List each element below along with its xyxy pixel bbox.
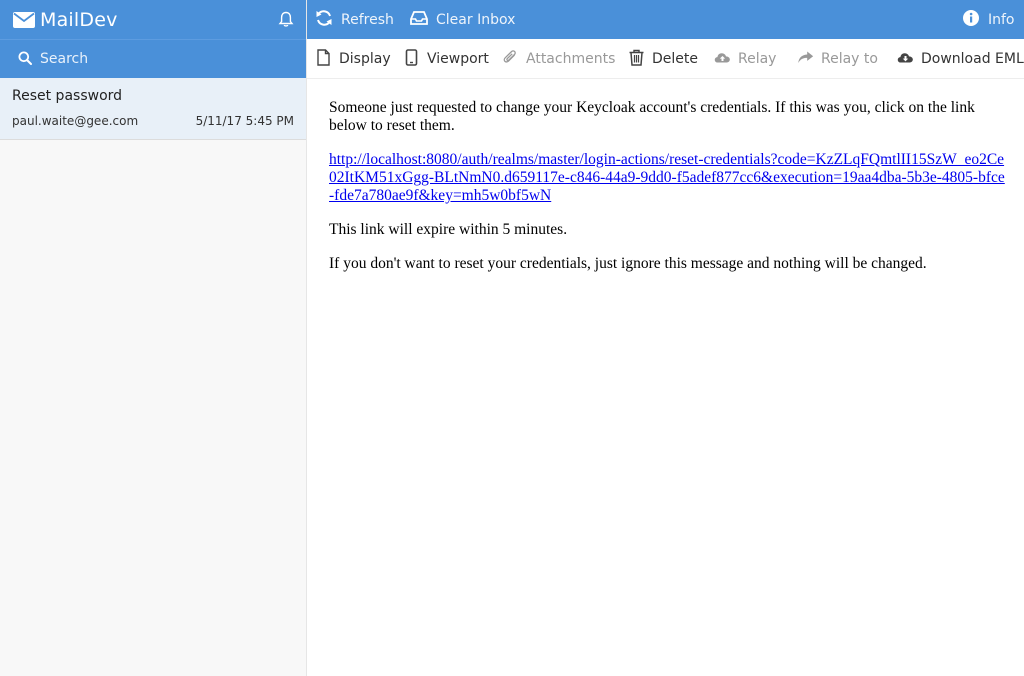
cloud-upload-icon (714, 49, 738, 70)
search-input[interactable] (40, 51, 280, 67)
delete-button[interactable]: Delete (628, 39, 698, 79)
brand-bar: MailDev (0, 0, 306, 39)
clear-inbox-label: Clear Inbox (436, 11, 516, 28)
share-arrow-icon (797, 49, 821, 70)
reset-link[interactable]: http://localhost:8080/auth/realms/master… (329, 151, 1005, 204)
relay-to-button[interactable]: Relay to (797, 39, 878, 79)
refresh-label: Refresh (341, 11, 394, 28)
search-icon (18, 50, 40, 69)
message-body: Someone just requested to change your Ke… (329, 99, 1009, 289)
file-icon (315, 48, 339, 70)
search-bar (0, 39, 306, 78)
sidebar: MailDev Reset password paul.waite@gee.co… (0, 0, 307, 676)
top-bar: Refresh Clear Inbox Info (307, 0, 1024, 39)
trash-icon (628, 49, 652, 70)
download-eml-label: Download EML (921, 51, 1024, 67)
info-icon (962, 9, 988, 31)
message-ignore: If you don't want to reset your credenti… (329, 255, 927, 272)
message-expire: This link will expire within 5 minutes. (329, 221, 568, 238)
refresh-button[interactable]: Refresh (315, 0, 394, 39)
relay-label: Relay (738, 51, 777, 67)
refresh-icon (315, 9, 341, 31)
message-toolbar: Display Viewport Attachments Delete Rela… (307, 39, 1024, 79)
clear-inbox-button[interactable]: Clear Inbox (410, 0, 515, 39)
attachments-button[interactable]: Attachments (502, 39, 615, 79)
email-list-item[interactable]: Reset password paul.waite@gee.com 5/11/1… (0, 78, 306, 140)
bell-icon[interactable] (278, 11, 294, 28)
info-label: Info (988, 11, 1015, 28)
paperclip-icon (502, 49, 526, 70)
email-subject: Reset password (12, 88, 123, 104)
display-label: Display (339, 51, 391, 67)
message-intro: Someone just requested to change your Ke… (329, 99, 975, 134)
envelope-icon (13, 11, 35, 28)
viewport-label: Viewport (427, 51, 489, 67)
display-button[interactable]: Display (315, 39, 391, 79)
download-eml-button[interactable]: Download EML (897, 39, 1024, 79)
cloud-download-icon (897, 49, 921, 70)
mobile-icon (403, 48, 427, 70)
email-from: paul.waite@gee.com (12, 114, 139, 128)
viewport-button[interactable]: Viewport (403, 39, 489, 79)
maildev-app: MailDev Reset password paul.waite@gee.co… (0, 0, 1024, 676)
email-date: 5/11/17 5:45 PM (195, 114, 294, 128)
delete-label: Delete (652, 51, 698, 67)
info-button[interactable]: Info (962, 0, 1015, 39)
relay-button[interactable]: Relay (714, 39, 776, 79)
inbox-icon (410, 9, 436, 31)
attachments-label: Attachments (526, 51, 616, 67)
app-title: MailDev (40, 8, 118, 31)
relay-to-label: Relay to (821, 51, 878, 67)
